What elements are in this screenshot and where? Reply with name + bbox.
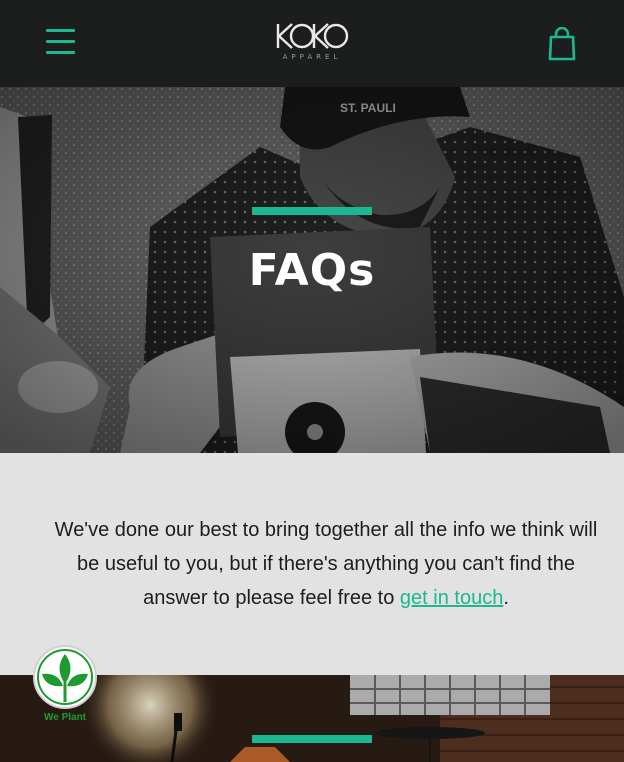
menu-line (46, 29, 75, 32)
intro-paragraph: We've done our best to bring together al… (44, 513, 608, 615)
logo-mark (276, 23, 349, 49)
get-in-touch-link[interactable]: get in touch (400, 587, 503, 609)
shopping-bag-icon[interactable] (548, 26, 576, 61)
intro-text-end: . (503, 587, 509, 609)
page-title: FAQs (248, 245, 376, 296)
intro-text: We've done our best to bring together al… (54, 519, 598, 609)
site-header: APPAREL (0, 0, 624, 87)
hamburger-menu-icon[interactable] (46, 29, 75, 55)
hero-accent-bar (252, 207, 372, 215)
site-logo[interactable]: APPAREL (270, 20, 354, 66)
we-plant-badge[interactable]: We Plant (32, 644, 98, 726)
menu-line (46, 51, 75, 54)
menu-line (46, 40, 75, 43)
badge-label: We Plant (43, 712, 87, 723)
section-accent-bar (252, 735, 372, 743)
faq-hero: ST. PAULI FAQs (0, 87, 624, 453)
faq-intro: We've done our best to bring together al… (0, 453, 624, 675)
logo-subtitle: APPAREL (282, 53, 342, 61)
leaf-icon (33, 645, 97, 709)
